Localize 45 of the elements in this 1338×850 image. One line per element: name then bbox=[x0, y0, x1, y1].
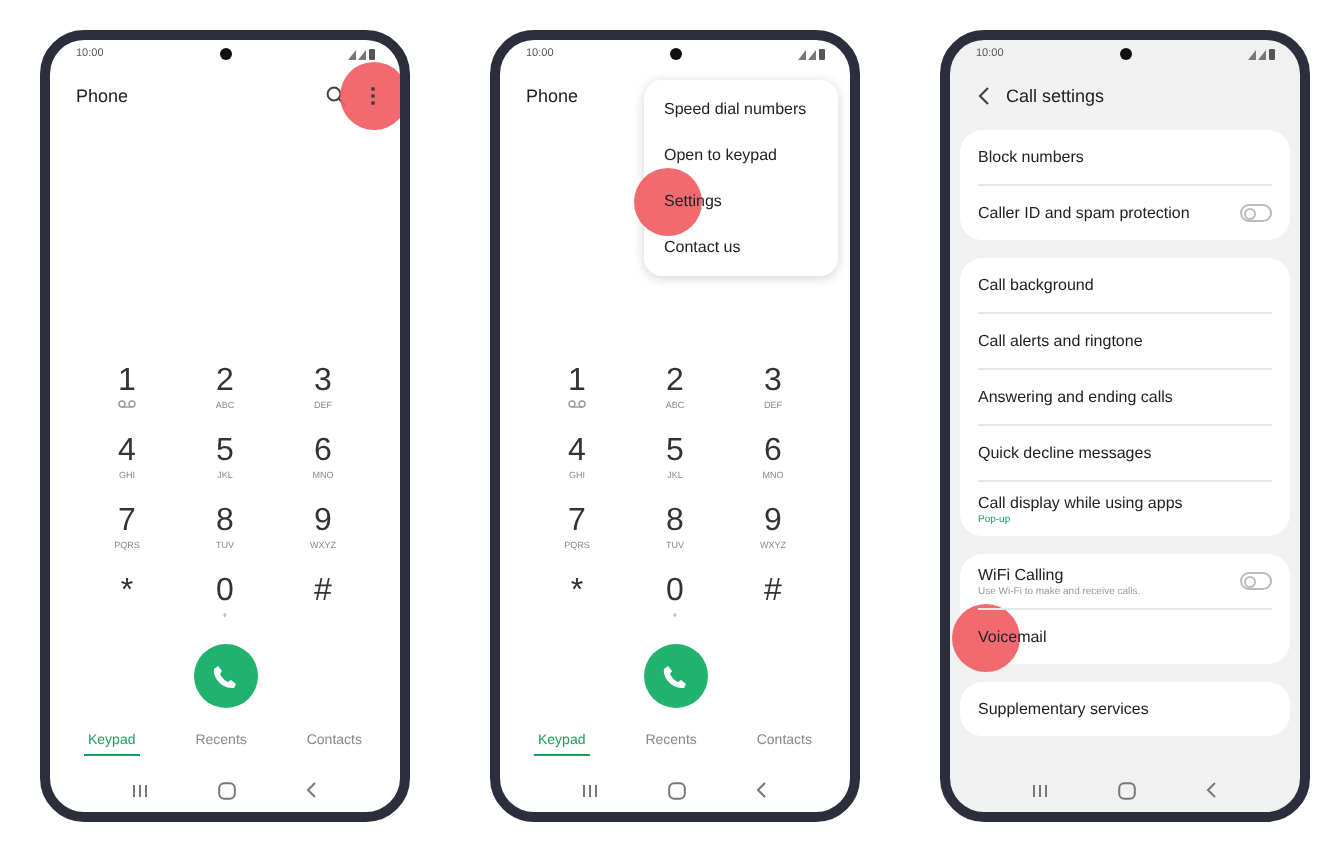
dial-key[interactable]: * bbox=[528, 574, 626, 644]
dial-key[interactable]: 1 bbox=[78, 364, 176, 434]
menu-item[interactable]: Contact us bbox=[644, 224, 838, 270]
settings-row[interactable]: Call background bbox=[978, 258, 1272, 314]
settings-row[interactable]: Supplementary services bbox=[978, 682, 1272, 736]
phone-icon bbox=[212, 663, 238, 689]
voicemail-icon bbox=[568, 400, 586, 408]
dial-key[interactable]: # bbox=[724, 574, 822, 644]
settings-row[interactable]: Call alerts and ringtone bbox=[978, 314, 1272, 370]
back-icon[interactable] bbox=[1205, 782, 1218, 798]
phone-icon bbox=[662, 663, 688, 689]
call-button[interactable] bbox=[193, 644, 257, 708]
dial-key[interactable]: 1 bbox=[528, 364, 626, 434]
voicemail-icon bbox=[118, 400, 136, 408]
back-icon[interactable] bbox=[755, 782, 768, 798]
screen-title: Phone bbox=[76, 86, 129, 106]
settings-row[interactable]: Block numbers bbox=[978, 130, 1272, 186]
recent-apps-icon[interactable] bbox=[582, 783, 599, 797]
settings-row[interactable]: Quick decline messages bbox=[978, 426, 1272, 482]
menu-item[interactable]: Speed dial numbers bbox=[644, 86, 838, 132]
home-icon[interactable] bbox=[217, 781, 236, 799]
home-icon[interactable] bbox=[667, 781, 686, 799]
dial-key[interactable]: # bbox=[274, 574, 372, 644]
more-options-button[interactable] bbox=[370, 86, 376, 106]
menu-item[interactable]: Open to keypad bbox=[644, 132, 838, 178]
signal-icon bbox=[797, 48, 826, 60]
camera-icon bbox=[219, 48, 232, 60]
toggle-switch[interactable] bbox=[1240, 204, 1272, 222]
screen-title: Call settings bbox=[1006, 86, 1105, 106]
home-icon[interactable] bbox=[1117, 781, 1136, 799]
back-icon[interactable] bbox=[305, 782, 318, 798]
dial-key[interactable]: * bbox=[78, 574, 176, 644]
more-icon bbox=[370, 86, 376, 106]
signal-icon bbox=[1247, 48, 1276, 60]
toggle-switch[interactable] bbox=[1240, 572, 1272, 590]
settings-row[interactable]: Caller ID and spam protection bbox=[978, 186, 1272, 240]
recent-apps-icon[interactable] bbox=[132, 783, 149, 797]
back-icon[interactable] bbox=[978, 86, 990, 106]
call-button[interactable] bbox=[643, 644, 707, 708]
settings-row[interactable]: Answering and ending calls bbox=[978, 370, 1272, 426]
camera-icon bbox=[669, 48, 682, 60]
recent-apps-icon[interactable] bbox=[1032, 783, 1049, 797]
camera-icon bbox=[1119, 48, 1132, 60]
screen-title: Phone bbox=[526, 86, 579, 106]
signal-icon bbox=[347, 48, 376, 60]
